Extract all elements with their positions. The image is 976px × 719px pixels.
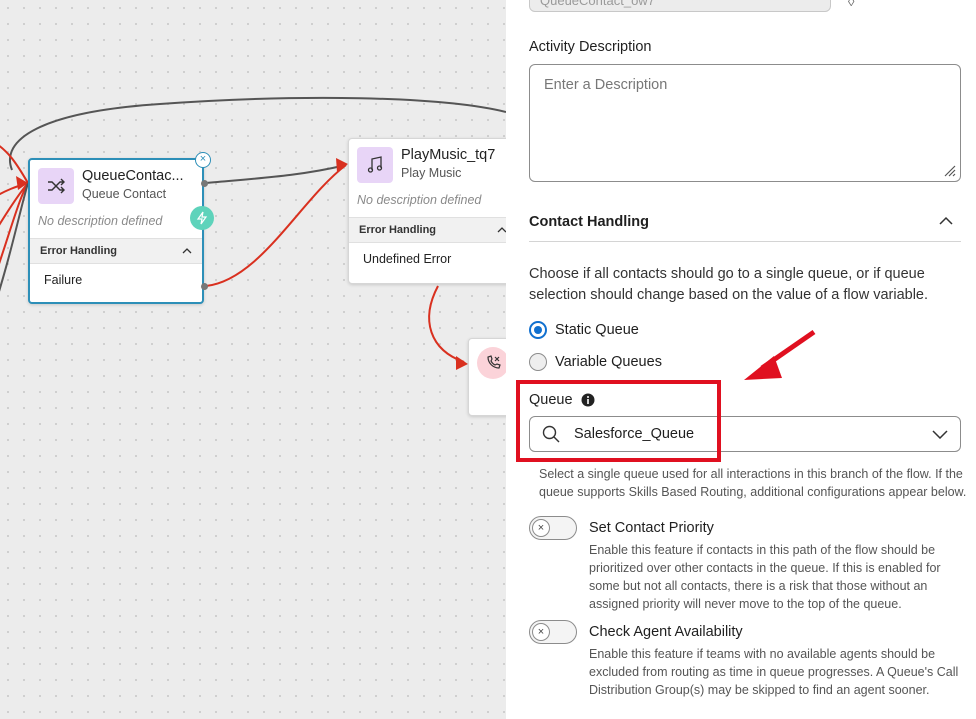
set-contact-priority-toggle[interactable]: × (529, 516, 577, 540)
check-agent-availability-description: Enable this feature if teams with no ava… (589, 647, 959, 697)
annotation-highlight-box (516, 380, 721, 462)
queue-contact-node[interactable]: QueueContac... Queue Contact No descript… (28, 158, 204, 304)
activity-name-field[interactable]: QueueContact_ow7 (529, 0, 831, 12)
set-contact-priority-title: Set Contact Priority (589, 520, 714, 536)
toggle-off-icon: × (532, 519, 550, 537)
error-connection (428, 285, 465, 363)
toggle-off-icon: × (532, 623, 550, 641)
check-agent-availability-toggle[interactable]: × (529, 620, 577, 644)
queue-help-text: Select a single queue used for all inter… (539, 467, 967, 499)
edit-icon[interactable]: ◊ (848, 0, 854, 9)
shuffle-icon (38, 168, 74, 204)
radio-label: Static Queue (555, 322, 639, 338)
activity-description-label: Activity Description (529, 39, 652, 55)
music-note-icon (357, 147, 393, 183)
node-description: No description defined (357, 193, 482, 207)
chevron-up-icon[interactable] (497, 227, 506, 233)
radio-selected[interactable] (529, 321, 547, 339)
activity-description-textarea[interactable]: Enter a Description (529, 64, 961, 182)
lightning-icon[interactable] (190, 206, 214, 230)
success-connection (205, 164, 347, 184)
radio-label: Variable Queues (555, 354, 662, 370)
play-music-node[interactable]: PlayMusic_tq7 Play Music No description … (348, 138, 506, 284)
error-handling-header[interactable]: Error Handling (30, 238, 202, 264)
contact-handling-title: Contact Handling (529, 214, 650, 230)
node-description: No description defined (38, 214, 163, 228)
flow-connections (0, 96, 506, 370)
section-divider (529, 241, 961, 242)
check-agent-availability-title: Check Agent Availability (589, 624, 743, 640)
error-handling-label: Error Handling (359, 224, 437, 236)
node-subtitle: Queue Contact (82, 187, 167, 201)
error-item-undefined: Undefined Error (363, 252, 452, 266)
error-item-failure: Failure (44, 273, 83, 287)
variable-queues-radio[interactable]: Variable Queues (529, 353, 662, 371)
node-title: PlayMusic_tq7 (401, 147, 496, 163)
radio-unselected[interactable] (529, 353, 547, 371)
static-queue-radio[interactable]: Static Queue (529, 321, 639, 339)
set-contact-priority-description: Enable this feature if contacts in this … (589, 543, 941, 611)
output-port[interactable] (201, 180, 208, 187)
arrow-head (456, 356, 468, 370)
chevron-up-icon[interactable] (938, 216, 954, 226)
node-subtitle: Play Music (401, 166, 462, 180)
failure-connection (205, 164, 347, 287)
chevron-down-icon[interactable] (932, 429, 948, 439)
disconnect-call-node[interactable] (468, 338, 506, 416)
arrow-head (336, 158, 348, 172)
phone-hangup-icon (477, 347, 506, 379)
close-icon[interactable]: × (195, 152, 211, 168)
error-handling-label: Error Handling (40, 245, 118, 257)
annotation-arrow-icon (744, 329, 816, 380)
resize-handle-icon[interactable] (942, 163, 956, 177)
textarea-placeholder: Enter a Description (544, 77, 668, 93)
output-port[interactable] (201, 283, 208, 290)
chevron-up-icon[interactable] (182, 248, 192, 254)
node-title: QueueContac... (82, 168, 184, 184)
error-handling-header[interactable]: Error Handling (349, 217, 506, 243)
flow-canvas[interactable]: QueueContac... Queue Contact No descript… (0, 0, 506, 719)
contact-handling-description: Choose if all contacts should go to a si… (529, 266, 929, 303)
